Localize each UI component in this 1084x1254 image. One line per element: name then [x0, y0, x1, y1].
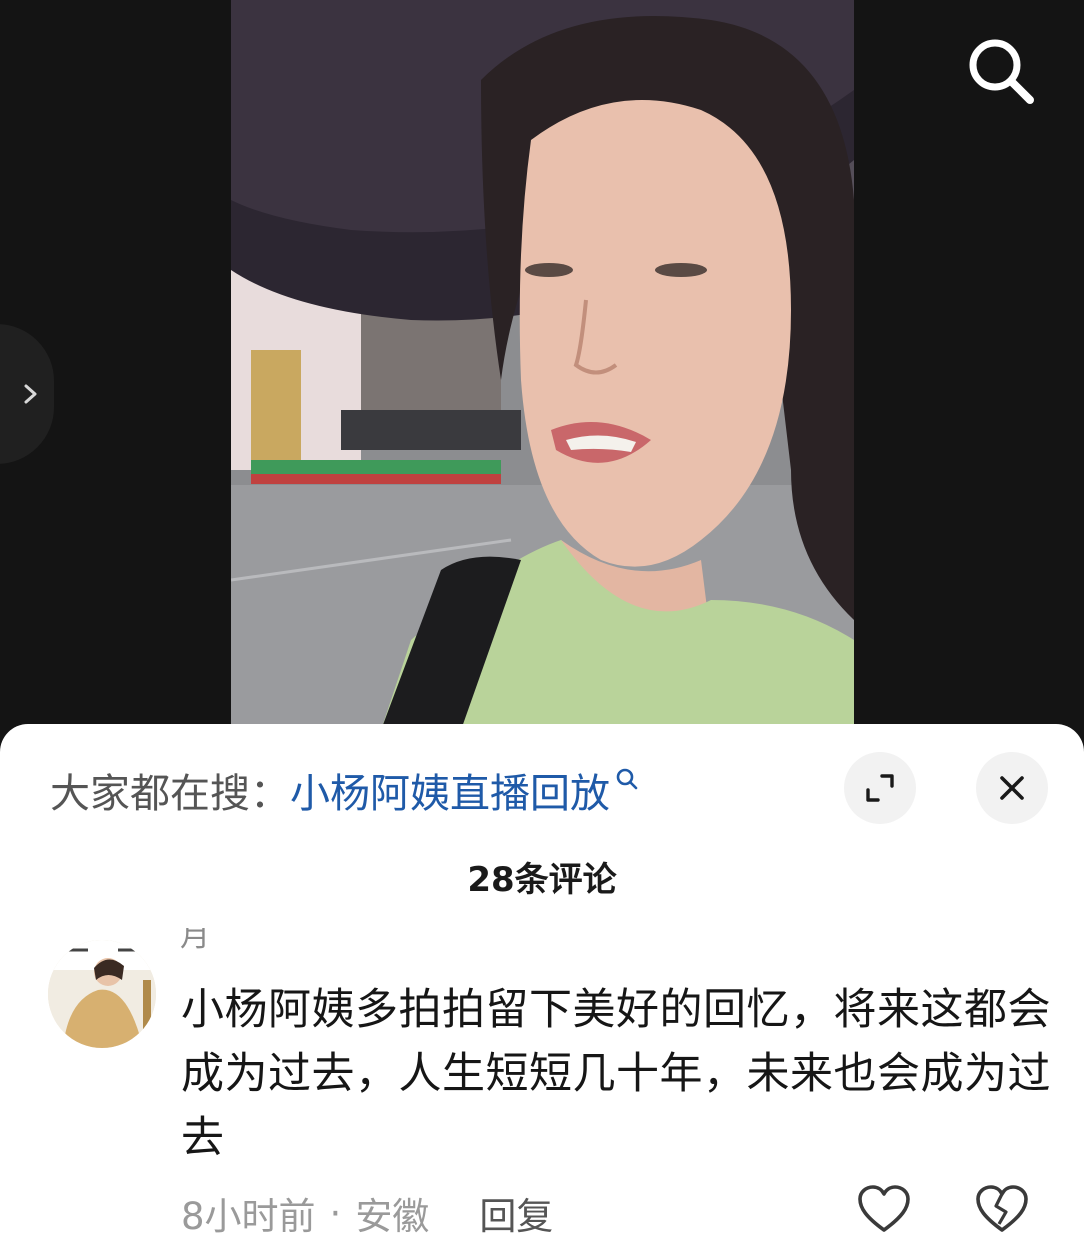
- expand-button[interactable]: [844, 752, 916, 824]
- comment-location: 安徽: [355, 1195, 430, 1238]
- comment-item: 月 小杨阿姨多拍拍留下美好的回忆，将来这都会成为过去，人生短短几十年，未来也会成…: [0, 928, 1084, 1254]
- comment-time: 8小时前: [181, 1195, 316, 1238]
- comment-username[interactable]: 月: [180, 928, 210, 954]
- search-suggestion-bar: 大家都在搜： 小杨阿姨直播回放: [50, 762, 640, 818]
- comment-text: 小杨阿姨多拍拍留下美好的回忆，将来这都会成为过去，人生短短几十年，未来也会成为过…: [181, 985, 1051, 1163]
- side-panel-toggle[interactable]: [0, 324, 54, 464]
- comment-count-title: 28条评论: [467, 860, 617, 900]
- like-button[interactable]: [856, 1184, 912, 1236]
- meta-separator: ·: [329, 1191, 342, 1235]
- broken-heart-icon: [976, 1185, 1028, 1232]
- chevron-right-icon: [24, 384, 37, 404]
- search-icon: [969, 39, 1034, 104]
- video-frame[interactable]: [231, 0, 854, 730]
- search-button[interactable]: [962, 32, 1040, 110]
- close-button[interactable]: [976, 752, 1048, 824]
- dislike-button[interactable]: [974, 1184, 1030, 1236]
- comment-meta: 8小时前 · 安徽 回复: [181, 1186, 553, 1240]
- suggestion-label: 大家都在搜：: [50, 771, 290, 817]
- reply-button[interactable]: 回复: [479, 1186, 553, 1240]
- suggested-search-link[interactable]: 小杨阿姨直播回放: [290, 761, 610, 819]
- close-icon: [1000, 776, 1024, 800]
- comment-sheet: 大家都在搜： 小杨阿姨直播回放 28条评论 月 小杨阿姨多拍拍留下美好的回忆，将…: [0, 724, 1084, 1254]
- video-player[interactable]: [0, 0, 1084, 730]
- search-icon: [616, 768, 638, 790]
- avatar-image: [48, 940, 156, 1048]
- heart-icon: [858, 1185, 910, 1232]
- expand-icon: [866, 774, 894, 802]
- avatar[interactable]: [48, 940, 156, 1048]
- video-still-image: [231, 0, 854, 730]
